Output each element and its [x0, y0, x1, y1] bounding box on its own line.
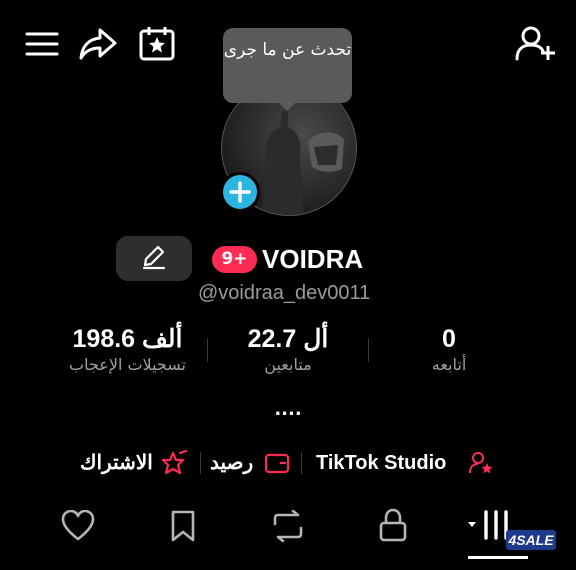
add-avatar-button[interactable] — [220, 172, 260, 212]
link-divider — [200, 452, 201, 474]
tab-favorites[interactable] — [169, 510, 197, 542]
stat-followers[interactable]: 22.7 أل متابعين — [218, 324, 358, 376]
display-name: VOIDRA — [262, 244, 364, 274]
stat-followers-value: 22.7 أل — [247, 325, 329, 353]
wallet-icon — [264, 451, 290, 475]
bio-more[interactable]: .... — [270, 400, 306, 420]
add-friend-icon[interactable] — [514, 24, 556, 62]
active-tab-indicator — [468, 556, 528, 559]
stat-divider — [368, 338, 369, 362]
balance-label: رصيد — [210, 452, 254, 474]
subscription-label: الاشتراك — [80, 452, 153, 474]
subscription-link[interactable]: الاشتراك — [80, 450, 190, 476]
stat-following-value: 0 — [442, 325, 456, 353]
link-divider — [301, 452, 302, 474]
calendar-star-icon[interactable] — [138, 24, 176, 62]
tab-liked[interactable] — [61, 510, 95, 542]
menu-icon[interactable] — [24, 28, 60, 60]
stat-followers-label: متابعين — [264, 355, 312, 374]
tab-reposts[interactable] — [270, 510, 306, 542]
notifications-badge[interactable]: 9+ — [212, 246, 257, 273]
studio-label: TikTok Studio — [316, 452, 447, 474]
balance-link[interactable]: رصيد — [210, 450, 292, 476]
stat-likes[interactable]: 198.6 ألف تسجيلات الإعجاب — [40, 324, 215, 376]
tooltip-text: تحدث عن ما جرى — [223, 40, 352, 60]
watermark-logo: 4SALE — [506, 530, 556, 550]
tab-private[interactable] — [378, 508, 408, 542]
username: @voidraa_dev0011 — [198, 282, 371, 304]
stat-divider — [207, 338, 208, 362]
stat-likes-label: تسجيلات الإعجاب — [69, 355, 186, 374]
share-icon[interactable] — [78, 26, 118, 62]
bookmark-icon — [171, 510, 195, 542]
stat-following[interactable]: 0 أتابعه — [394, 324, 504, 376]
stat-following-label: أتابعه — [431, 355, 467, 374]
studio-link[interactable]: TikTok Studio — [316, 450, 498, 476]
stat-likes-value: 198.6 ألف — [72, 325, 183, 353]
user-star-icon — [468, 451, 496, 475]
repost-icon — [273, 510, 303, 542]
pencil-icon — [142, 245, 166, 270]
star-rocket-icon — [160, 450, 188, 476]
heart-icon — [61, 510, 95, 541]
watermark-text: 4SALE — [508, 532, 554, 548]
edit-profile-button[interactable] — [116, 236, 192, 281]
tooltip-bubble: تحدث عن ما جرى — [223, 28, 352, 111]
lock-icon — [379, 508, 407, 542]
